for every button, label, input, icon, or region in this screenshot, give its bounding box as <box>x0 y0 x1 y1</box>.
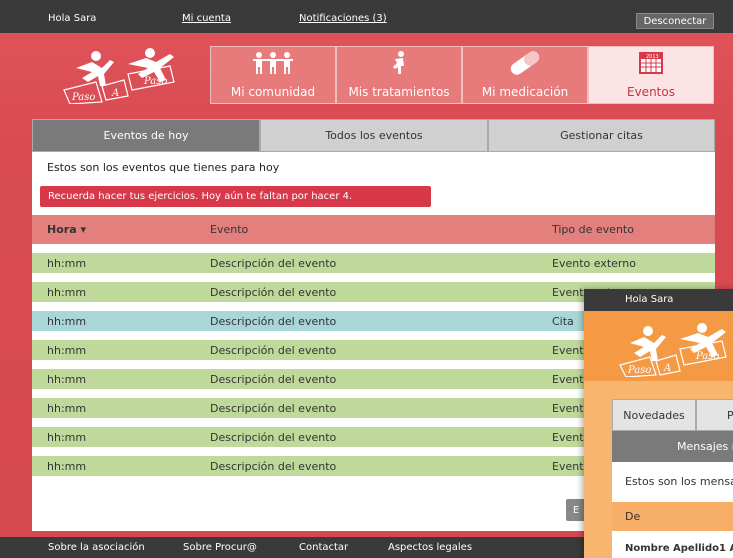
overlay-messages-strip: Mensajes r <box>612 431 733 462</box>
svg-text:2013: 2013 <box>646 54 659 60</box>
community-icon <box>251 51 295 79</box>
nav-events[interactable]: 2013 Eventos <box>588 46 714 104</box>
overlay-logo[interactable]: Paso A Paso <box>618 321 733 378</box>
svg-text:A: A <box>111 88 119 99</box>
events-intro-text: Estos son los eventos que tienes para ho… <box>47 161 280 174</box>
paso-a-paso-logo[interactable]: Paso A Paso <box>62 46 192 105</box>
exercise-icon <box>389 51 409 79</box>
notifications-link[interactable]: Notificaciones (3) <box>299 13 387 24</box>
nav-my-community[interactable]: Mi comunidad <box>210 46 336 104</box>
header-event: Evento <box>210 223 249 236</box>
overlay-greeting: Hola Sara <box>625 294 674 305</box>
my-account-link[interactable]: Mi cuenta <box>182 13 231 24</box>
logout-button[interactable]: Desconectar <box>636 13 714 29</box>
header-time[interactable]: Hora ▾ <box>32 223 194 236</box>
nav-my-treatments[interactable]: Mis tratamientos <box>336 46 462 104</box>
footer-legal-link[interactable]: Aspectos legales <box>388 542 472 553</box>
overlay-logo-figures-icon: Paso A Paso <box>619 323 727 378</box>
greeting: Hola Sara <box>48 13 97 24</box>
overlay-panel: Mensajes r Estos son los mensaje De Nomb… <box>612 431 733 558</box>
more-events-button[interactable]: E <box>566 499 586 521</box>
top-bar: Hola Sara Mi cuenta Notificaciones (3) D… <box>0 0 733 33</box>
overlay-messages-intro: Estos son los mensaje <box>625 475 733 488</box>
footer-contact-link[interactable]: Contactar <box>299 542 348 553</box>
logo-figures-icon: Paso A Paso <box>63 48 175 105</box>
overlay-sender-name[interactable]: Nombre Apellido1 A <box>625 543 733 554</box>
svg-text:A: A <box>663 363 671 374</box>
events-subtabs: Eventos de hoy Todos los eventos Gestion… <box>32 119 715 152</box>
table-row[interactable]: hh:mmDescripción del eventoEvento extern… <box>32 253 715 273</box>
header-type: Tipo de evento <box>552 223 634 236</box>
overlay-topbar: Hola Sara <box>584 289 733 311</box>
nav-my-medication-label: Mi medicación <box>481 85 569 99</box>
table-header: Hora ▾ Evento Tipo de evento <box>32 215 715 244</box>
nav-my-treatments-label: Mis tratamientos <box>348 85 450 99</box>
svg-text:Paso: Paso <box>71 92 95 103</box>
overlay-from-header: De <box>612 502 733 531</box>
tab-today-events[interactable]: Eventos de hoy <box>32 119 260 152</box>
svg-text:Paso: Paso <box>627 365 651 376</box>
calendar-icon: 2013 <box>638 51 664 79</box>
nav-events-label: Eventos <box>627 85 675 99</box>
overlay-tab-news[interactable]: Novedades <box>612 399 696 431</box>
footer-about-link[interactable]: Sobre la asociación <box>48 542 145 553</box>
exercise-reminder-alert: Recuerda hacer tus ejercicios. Hoy aún t… <box>40 186 431 207</box>
tab-manage-appointments[interactable]: Gestionar citas <box>488 119 715 152</box>
overlay-tab-2[interactable]: P <box>696 399 733 431</box>
nav-my-community-label: Mi comunidad <box>230 85 316 99</box>
svg-text:Paso: Paso <box>143 76 167 87</box>
nav-my-medication[interactable]: Mi medicación <box>462 46 588 104</box>
footer-procura-link[interactable]: Sobre Procur@ <box>183 542 257 553</box>
pill-icon <box>505 51 545 79</box>
main-nav: Mi comunidad Mis tratamientos Mi medicac… <box>210 46 714 104</box>
svg-text:Paso: Paso <box>695 351 719 362</box>
tab-all-events[interactable]: Todos los eventos <box>260 119 488 152</box>
